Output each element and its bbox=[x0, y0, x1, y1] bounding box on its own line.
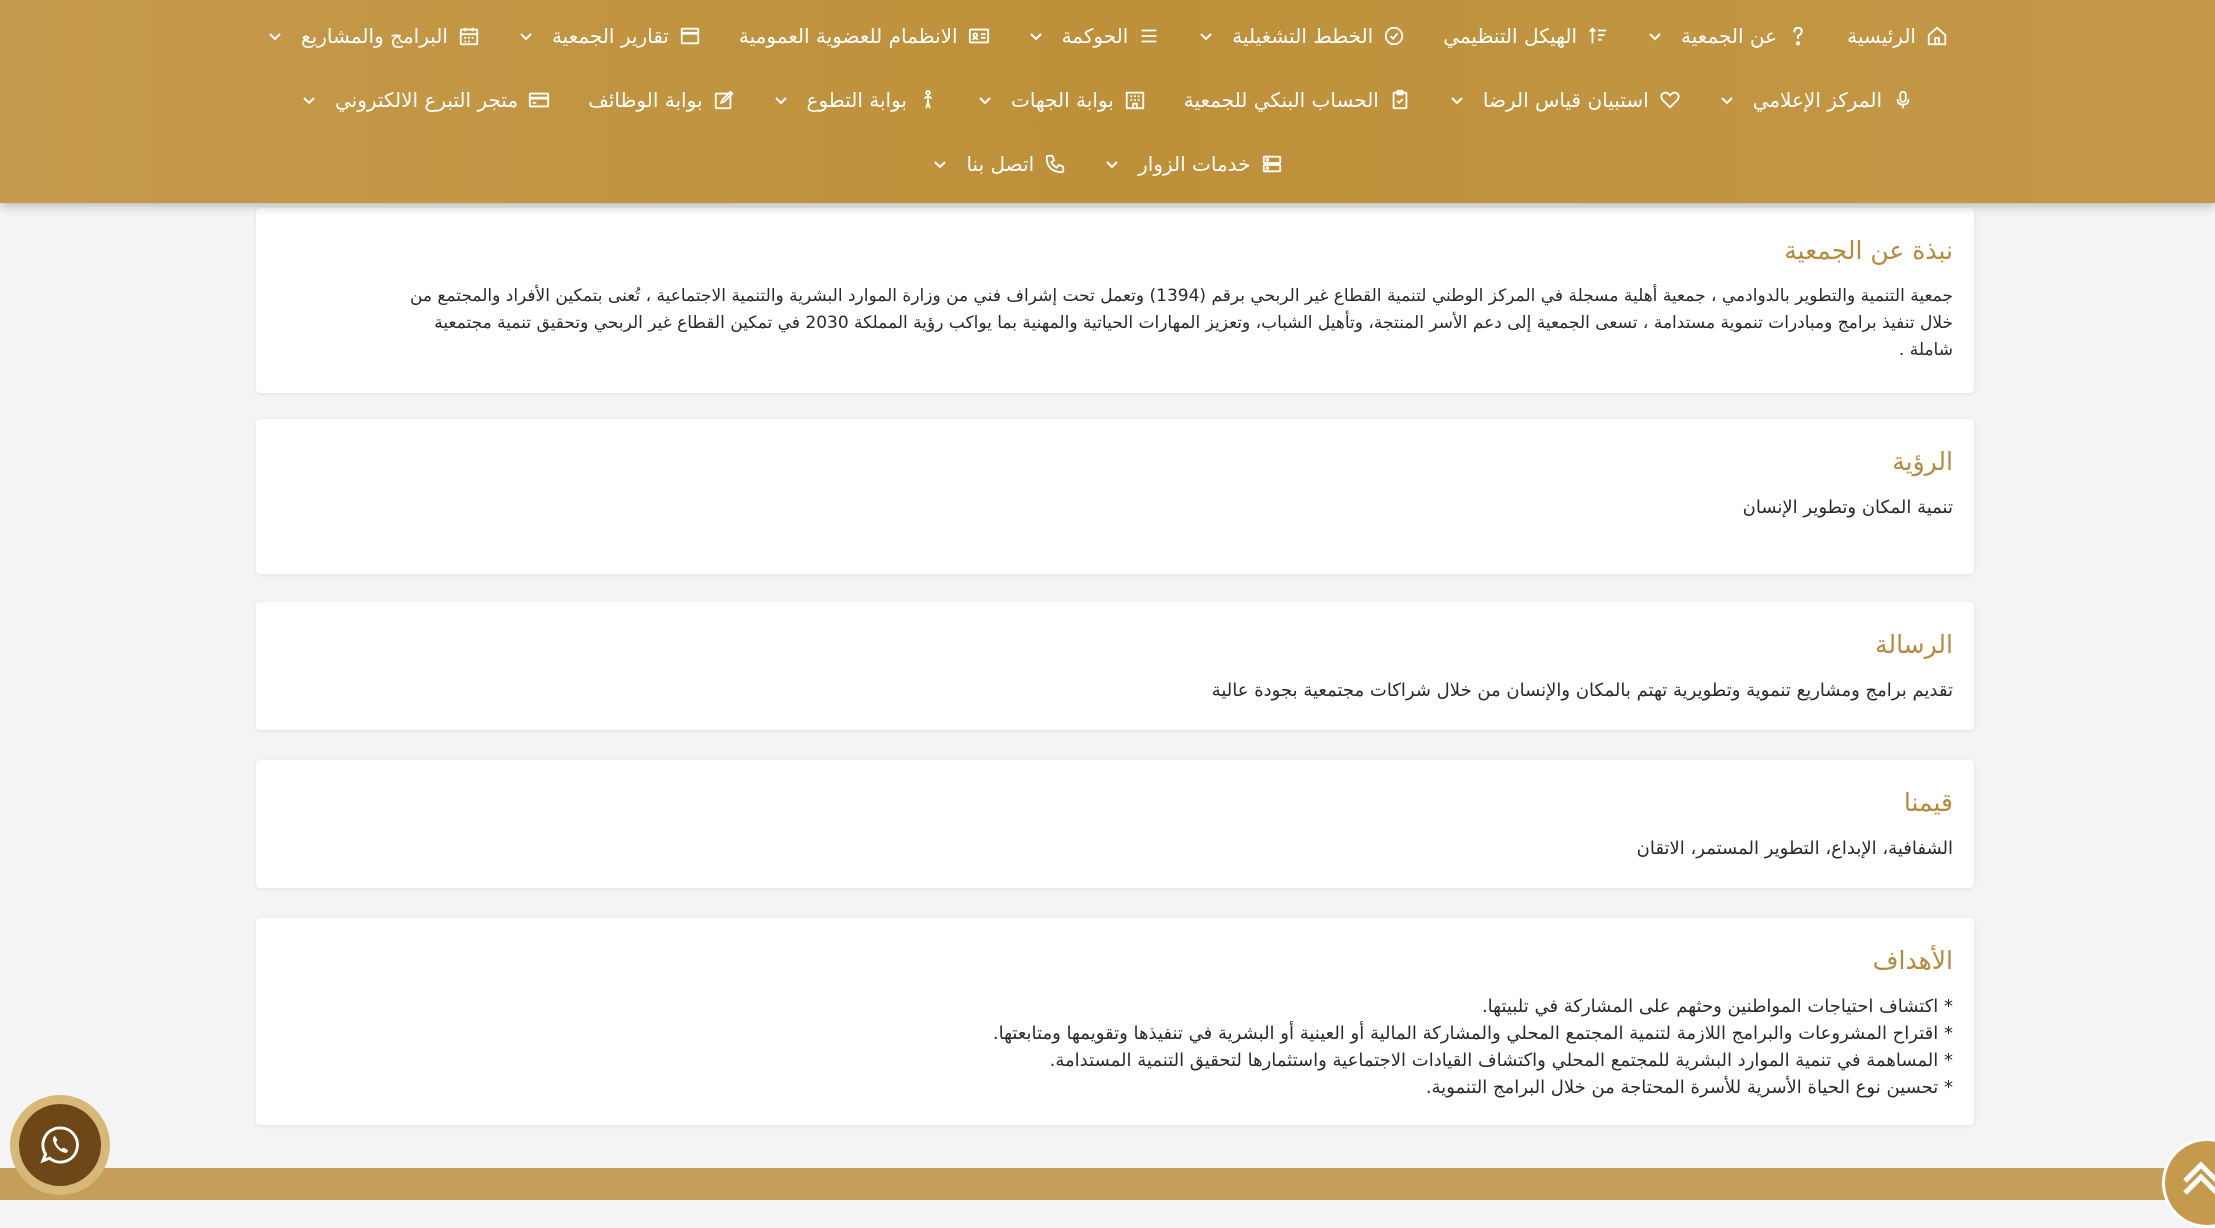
nav-item-label: المركز الإعلامي bbox=[1752, 88, 1883, 112]
nav-item-about[interactable]: عن الجمعية bbox=[1647, 24, 1809, 48]
calendar-icon bbox=[459, 27, 479, 46]
nav-item-membership[interactable]: الانظمام للعضوية العمومية bbox=[739, 24, 990, 48]
nav-row-1: الرئيسية عن الجمعية الهيكل التنظيمي الخط… bbox=[0, 16, 2215, 56]
nav-item-label: الهيكل التنظيمي bbox=[1443, 24, 1578, 48]
about-title: نبذة عن الجمعية bbox=[1784, 236, 1953, 265]
chevron-down-icon bbox=[1720, 97, 1733, 105]
nav-item-reports[interactable]: تقارير الجمعية bbox=[518, 24, 701, 48]
nav-item-media-center[interactable]: المركز الإعلامي bbox=[1719, 88, 1914, 112]
list-item: * المساهمة في تنمية الموارد البشرية للمج… bbox=[1049, 1050, 1953, 1071]
chevron-down-icon bbox=[1200, 33, 1212, 41]
nav-item-org-structure[interactable]: الهيكل التنظيمي bbox=[1443, 24, 1609, 48]
chevron-down-icon bbox=[1106, 161, 1118, 169]
nav-item-label: بوابة التطوع bbox=[806, 88, 907, 112]
vision-card: الرؤية تنمية المكان وتطوير الإنسان bbox=[256, 419, 1974, 574]
credit-card-icon bbox=[529, 92, 550, 108]
nav-row-2: المركز الإعلامي استبيان قياس الرضا الحسا… bbox=[0, 80, 2215, 120]
list-item: * تحسين نوع الحياة الأسرية للأسرة المحتا… bbox=[1425, 1077, 1953, 1098]
list-item: * اقتراح المشروعات والبرامج اللازمة لتنم… bbox=[992, 1023, 1953, 1044]
about-card: نبذة عن الجمعية جمعية التنمية والتطوير ب… bbox=[256, 208, 1974, 393]
sort-icon bbox=[1589, 27, 1607, 44]
mission-card: الرسالة تقديم برامج ومشاريع تنموية وتطوي… bbox=[256, 602, 1974, 730]
chevron-down-icon bbox=[1029, 33, 1042, 41]
list-item: * اكتشاف احتياجات المواطنين وحثهم على ال… bbox=[1481, 996, 1953, 1017]
building-icon bbox=[1125, 91, 1144, 110]
nav-item-label: الحساب البنكي للجمعية bbox=[1183, 88, 1379, 112]
values-text: الشفافية، الإبداع، التطوير المستمر، الات… bbox=[1636, 838, 1953, 859]
nav-item-label: الخطط التشغيلية bbox=[1232, 24, 1374, 48]
heart-icon bbox=[1660, 91, 1680, 109]
nav-item-entities-portal[interactable]: بوابة الجهات bbox=[977, 88, 1146, 112]
about-text-line-3: شاملة . bbox=[1898, 340, 1953, 360]
person-icon bbox=[923, 89, 933, 109]
nav-item-home[interactable]: الرئيسية bbox=[1847, 24, 1948, 48]
chevron-down-icon bbox=[934, 161, 947, 169]
clipboard-icon bbox=[1392, 89, 1408, 110]
list-icon bbox=[1141, 29, 1157, 43]
whatsapp-button[interactable] bbox=[10, 1095, 110, 1195]
nav-item-label: استبيان قياس الرضا bbox=[1482, 88, 1649, 112]
id-card-icon bbox=[968, 28, 989, 44]
nav-item-label: تقارير الجمعية bbox=[551, 24, 669, 48]
chevron-down-icon bbox=[303, 97, 315, 105]
phone-icon bbox=[1045, 154, 1065, 174]
chevron-up-icon bbox=[2183, 1161, 2215, 1195]
nav-row-3: خدمات الزوار اتصل بنا bbox=[0, 144, 2215, 184]
about-text-line-1: جمعية التنمية والتطوير بالدوادمي ، جمعية… bbox=[409, 286, 1953, 306]
about-text-line-2: خلال تنفيذ برامج ومبادرات تنموية مستدامة… bbox=[434, 313, 1953, 333]
mission-text: تقديم برامج ومشاريع تنموية وتطويرية تهتم… bbox=[1211, 680, 1953, 701]
nav-item-volunteer-portal[interactable]: بوابة التطوع bbox=[773, 88, 939, 112]
nav-item-label: بوابة الجهات bbox=[1010, 88, 1114, 112]
nav-item-label: عن الجمعية bbox=[1681, 24, 1778, 48]
nav-item-visitor-services[interactable]: خدمات الزوار bbox=[1104, 152, 1282, 176]
goals-list: * اكتشاف احتياجات المواطنين وحثهم على ال… bbox=[277, 993, 1953, 1101]
nav-item-label: متجر التبرع الالكتروني bbox=[334, 88, 519, 112]
main-navigation: الرئيسية عن الجمعية الهيكل التنظيمي الخط… bbox=[0, 0, 2215, 203]
nav-item-label: خدمات الزوار bbox=[1138, 152, 1251, 176]
check-circle-icon bbox=[1385, 26, 1404, 46]
chevron-down-icon bbox=[1649, 33, 1661, 41]
nav-item-donation-store[interactable]: متجر التبرع الالكتروني bbox=[301, 88, 550, 112]
nav-item-label: البرامج والمشاريع bbox=[301, 24, 448, 48]
scroll-top-button[interactable] bbox=[2162, 1138, 2215, 1228]
whatsapp-icon bbox=[40, 1126, 79, 1164]
server-icon bbox=[1262, 155, 1281, 173]
edit-icon bbox=[714, 90, 734, 110]
footer-bar bbox=[0, 1168, 2215, 1200]
values-card: قيمنا الشفافية، الإبداع، التطوير المستمر… bbox=[256, 760, 1974, 888]
chevron-down-icon bbox=[269, 33, 281, 41]
goals-title: الأهداف bbox=[1872, 946, 1953, 975]
nav-item-jobs-portal[interactable]: بوابة الوظائف bbox=[588, 88, 734, 112]
vision-title: الرؤية bbox=[1892, 447, 1953, 476]
vision-text: تنمية المكان وتطوير الإنسان bbox=[1742, 497, 1953, 518]
nav-item-label: الانظمام للعضوية العمومية bbox=[738, 24, 958, 48]
nav-item-governance[interactable]: الحوكمة bbox=[1028, 24, 1161, 48]
whatsapp-button-inner bbox=[19, 1104, 101, 1186]
home-icon bbox=[1927, 26, 1947, 46]
nav-item-label: بوابة الوظائف bbox=[588, 88, 703, 112]
chevron-down-icon bbox=[1451, 97, 1463, 105]
goals-card: الأهداف * اكتشاف احتياجات المواطنين وحثه… bbox=[256, 918, 1974, 1125]
nav-item-programs[interactable]: البرامج والمشاريع bbox=[267, 24, 480, 48]
nav-item-contact[interactable]: اتصل بنا bbox=[932, 152, 1066, 176]
nav-item-label: الرئيسية bbox=[1847, 24, 1916, 48]
chevron-down-icon bbox=[520, 33, 532, 41]
nav-item-label: اتصل بنا bbox=[966, 152, 1035, 176]
values-title: قيمنا bbox=[1903, 788, 1953, 817]
mission-title: الرسالة bbox=[1875, 630, 1953, 659]
nav-item-operational-plans[interactable]: الخطط التشغيلية bbox=[1198, 24, 1405, 48]
nav-item-bank-account[interactable]: الحساب البنكي للجمعية bbox=[1184, 88, 1411, 112]
chevron-down-icon bbox=[979, 97, 991, 105]
microphone-icon bbox=[1896, 90, 1910, 109]
nav-item-satisfaction-survey[interactable]: استبيان قياس الرضا bbox=[1449, 88, 1681, 112]
question-icon bbox=[1793, 26, 1803, 46]
window-icon bbox=[680, 27, 700, 45]
nav-item-label: الحوكمة bbox=[1061, 24, 1129, 48]
chevron-down-icon bbox=[774, 97, 787, 105]
